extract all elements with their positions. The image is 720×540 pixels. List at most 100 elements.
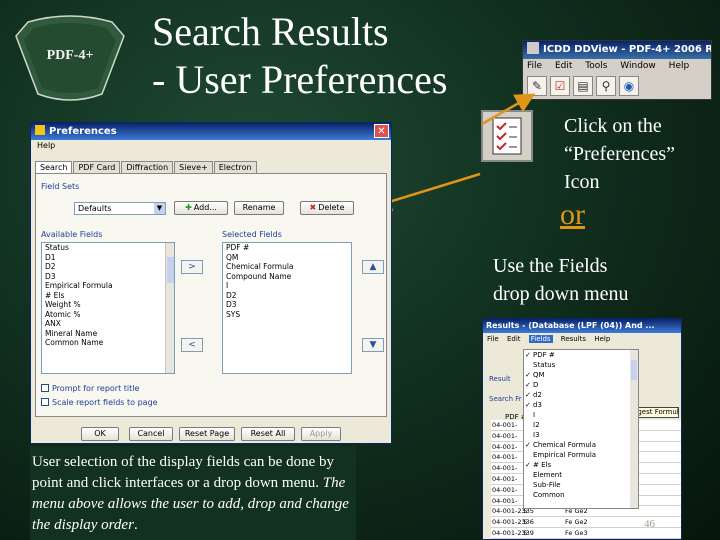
apply-button[interactable]: Apply [301, 427, 341, 441]
reset-page-button[interactable]: Reset Page [179, 427, 235, 441]
menu-file[interactable]: File [527, 61, 542, 71]
tab-diffraction[interactable]: Diffraction [121, 161, 174, 173]
document-icon[interactable]: ▤ [573, 76, 593, 96]
dropdown-item[interactable]: Status [524, 360, 638, 370]
arrow-to-toolbar-icon [481, 93, 536, 126]
click-note-line-2: “Preferences” [564, 143, 676, 165]
or-text: or [560, 198, 585, 231]
click-note-line-3: Icon [564, 171, 600, 193]
check-icon: ✓ [525, 461, 531, 469]
move-down-button[interactable]: ▼ [362, 338, 384, 352]
remove-field-arrow-button[interactable]: < [181, 338, 203, 352]
results-window-title: Results - (Database (LPF (04)) And ... [483, 319, 681, 333]
click-note-line-1: Click on the [564, 115, 662, 137]
list-item[interactable]: D3 [223, 300, 351, 310]
dropdown-scrollbar[interactable] [630, 350, 638, 508]
results-menu-edit[interactable]: Edit [507, 335, 521, 343]
tab-electron[interactable]: Electron [213, 161, 257, 173]
results-menubar: File Edit Fields Results Help [483, 333, 681, 345]
dropdown-item[interactable]: ✓ # Els [524, 460, 638, 470]
tab-pdf-card[interactable]: PDF Card [73, 161, 121, 173]
list-item[interactable]: # Els [42, 291, 174, 301]
list-item[interactable]: D3 [42, 272, 174, 282]
list-item[interactable]: Compound Name [223, 272, 351, 282]
dropdown-item[interactable]: ✓ d3 [524, 400, 638, 410]
scale-report-fields-checkbox[interactable]: Scale report fields to page [41, 398, 158, 407]
dropdown-item[interactable]: I [524, 410, 638, 420]
available-fields-label: Available Fields [41, 230, 103, 239]
dropdown-item[interactable]: ✓ QM [524, 370, 638, 380]
results-label: Result [489, 375, 511, 383]
reset-all-button[interactable]: Reset All [241, 427, 295, 441]
list-item[interactable]: I [223, 281, 351, 291]
dropdown-item[interactable]: ✓ PDF # [524, 350, 638, 360]
dropdown-item[interactable]: I2 [524, 420, 638, 430]
field-set-select[interactable]: Defaults ▼ [74, 202, 166, 215]
check-icon: ✓ [525, 391, 531, 399]
list-item[interactable]: Empirical Formula [42, 281, 174, 291]
list-item[interactable]: Common Name [42, 338, 174, 348]
description-text-box: User selection of the display fields can… [30, 446, 356, 540]
preferences-dialog-title: Preferences ✕ [31, 123, 391, 140]
list-item[interactable]: D1 [42, 253, 174, 263]
selected-fields-label: Selected Fields [222, 230, 282, 239]
globe-icon[interactable]: ◉ [619, 76, 639, 96]
prompt-report-title-checkbox[interactable]: Prompt for report title [41, 384, 139, 393]
description-text: User selection of the display fields can… [32, 454, 334, 491]
tab-sieve[interactable]: Sieve+ [174, 161, 213, 173]
close-icon[interactable]: ✕ [374, 124, 389, 138]
dropdown-item[interactable]: ✓ Chemical Formula [524, 440, 638, 450]
list-item[interactable]: Status [42, 243, 174, 253]
menu-edit[interactable]: Edit [555, 61, 572, 71]
list-item[interactable]: Weight % [42, 300, 174, 310]
cancel-button[interactable]: Cancel [129, 427, 173, 441]
check-icon: ✓ [525, 381, 531, 389]
dialog-menu-help[interactable]: Help [31, 140, 391, 152]
dropdown-item[interactable]: Common [524, 490, 638, 500]
preferences-tabs: Search PDF Card Diffraction Sieve+ Elect… [35, 161, 258, 173]
list-item[interactable]: SYS [223, 310, 351, 320]
menu-window[interactable]: Window [620, 61, 656, 71]
available-fields-scrollbar[interactable] [165, 243, 174, 373]
results-menu-results[interactable]: Results [561, 335, 586, 343]
move-up-button[interactable]: ▲ [362, 260, 384, 274]
list-item[interactable]: Mineral Name [42, 329, 174, 339]
rename-button[interactable]: Rename [234, 201, 284, 215]
list-item[interactable]: PDF # [223, 243, 351, 253]
check-icon: ✓ [525, 371, 531, 379]
dropdown-item[interactable]: Empirical Formula [524, 450, 638, 460]
icdd-toolbar: ✎ ☑ ▤ ⚲ ◉ [523, 73, 711, 99]
ok-button[interactable]: OK [81, 427, 119, 441]
list-item[interactable]: D2 [223, 291, 351, 301]
list-item[interactable]: D2 [42, 262, 174, 272]
preferences-window-icon [35, 125, 45, 135]
search-tab-panel: Field Sets Defaults ▼ ✚ Add... Rename ✖ De… [35, 173, 387, 417]
dropdown-item[interactable]: I3 [524, 430, 638, 440]
list-item[interactable]: ANX [42, 319, 174, 329]
selected-fields-list[interactable]: PDF # QM Chemical Formula Compound Name … [222, 242, 352, 374]
preferences-dialog: Preferences ✕ Help Search PDF Card Diffr… [30, 122, 392, 444]
results-menu-help[interactable]: Help [594, 335, 610, 343]
available-fields-list[interactable]: Status D1 D2 D3 Empirical Formula # Els … [41, 242, 175, 374]
add-button[interactable]: ✚ Add... [174, 201, 228, 215]
results-menu-fields[interactable]: Fields [528, 335, 553, 343]
fields-note-line-1: Use the Fields [493, 255, 608, 277]
list-item[interactable]: Chemical Formula [223, 262, 351, 272]
menu-help[interactable]: Help [669, 61, 690, 71]
dropdown-item[interactable]: ✓ d2 [524, 390, 638, 400]
preferences-icon[interactable]: ☑ [550, 76, 570, 96]
search-icon[interactable]: ⚲ [596, 76, 616, 96]
menu-tools[interactable]: Tools [585, 61, 607, 71]
dropdown-item[interactable]: ✓ D [524, 380, 638, 390]
list-item[interactable]: Atomic % [42, 310, 174, 320]
results-menu-file[interactable]: File [487, 335, 499, 343]
logo-text: PDF-4+ [46, 48, 94, 63]
delete-button[interactable]: ✖ Delete [300, 201, 354, 215]
check-icon: ✓ [525, 351, 531, 359]
list-item[interactable]: QM [223, 253, 351, 263]
click-note: Click on the “Preferences” Icon [564, 112, 675, 196]
tab-search[interactable]: Search [35, 161, 73, 173]
dropdown-item[interactable]: Element [524, 470, 638, 480]
add-field-arrow-button[interactable]: > [181, 260, 203, 274]
dropdown-item[interactable]: Sub-File [524, 480, 638, 490]
